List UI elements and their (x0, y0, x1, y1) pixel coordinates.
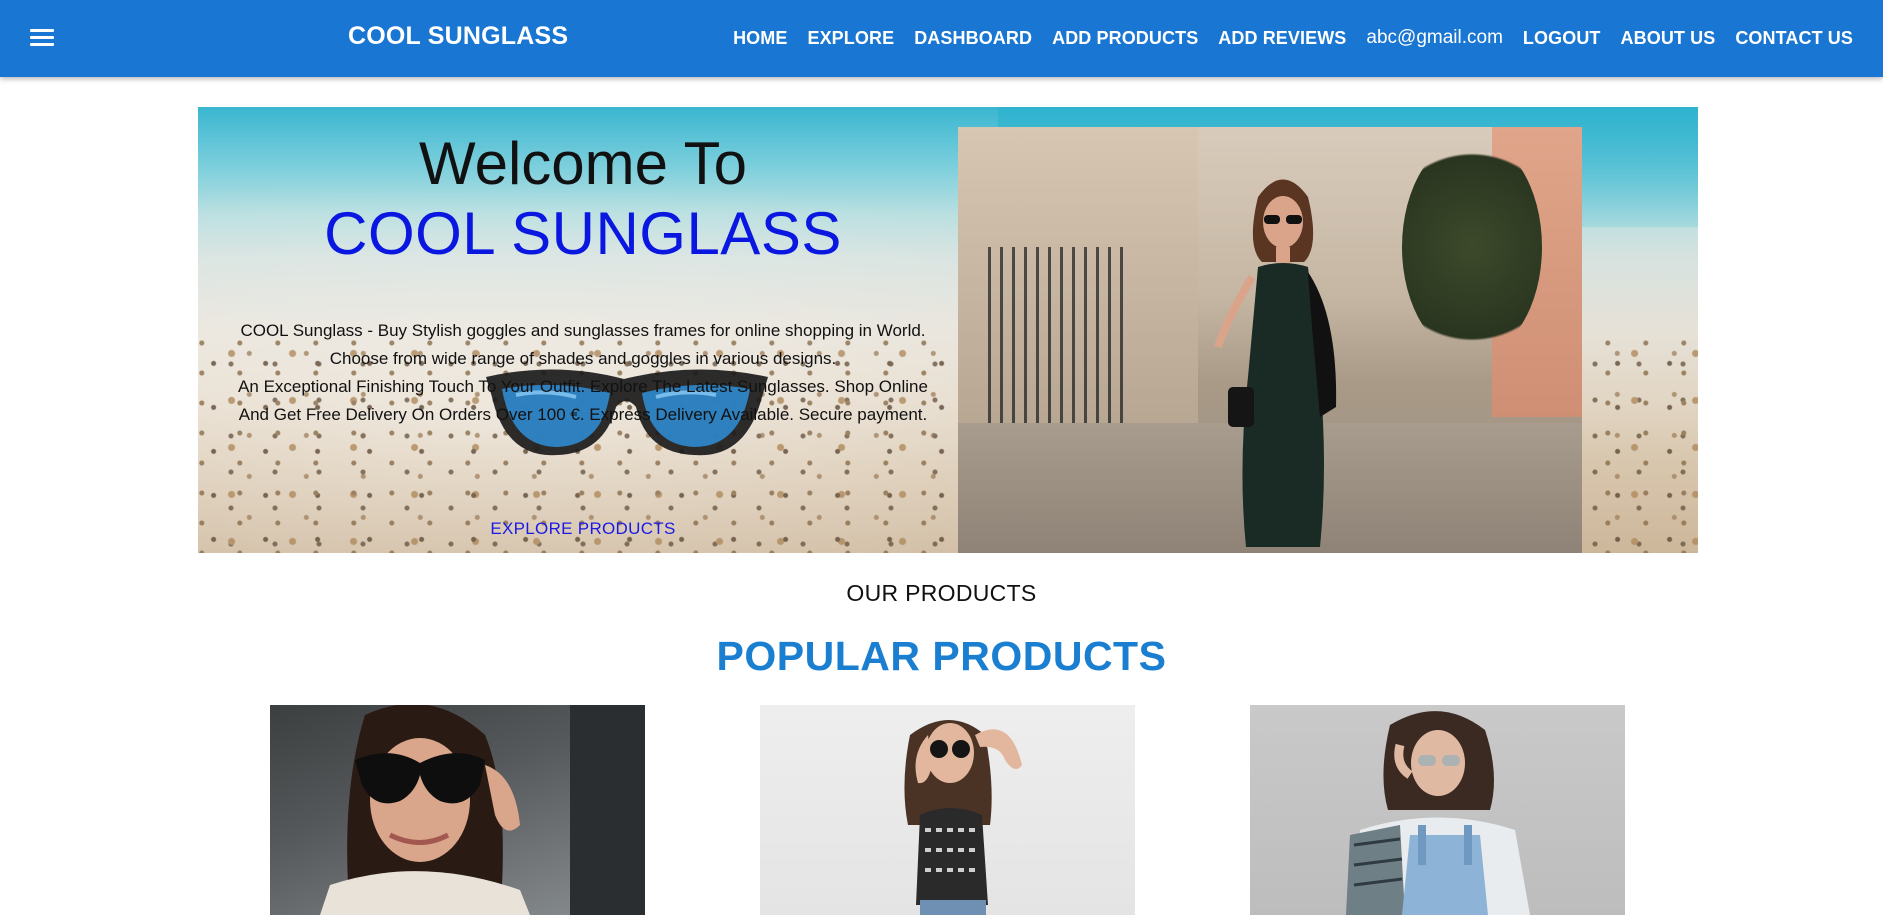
hero-model-photo (958, 127, 1582, 553)
popular-products-heading: POPULAR PRODUCTS (716, 633, 1167, 679)
hero-banner: Welcome To COOL SUNGLASS COOL Sunglass -… (198, 107, 1698, 553)
hero-description-2: An Exceptional Finishing Touch To Your O… (238, 377, 928, 424)
nav-about-us[interactable]: ABOUT US (1611, 28, 1726, 49)
nav-add-products[interactable]: ADD PRODUCTS (1042, 28, 1208, 49)
hero-description-1: COOL Sunglass - Buy Stylish goggles and … (240, 321, 926, 368)
brand-title[interactable]: COOL SUNGLASS (348, 22, 568, 51)
product-image-3 (1346, 711, 1530, 915)
explore-products-button[interactable]: EXPLORE PRODUCTS (198, 519, 968, 539)
nav-home[interactable]: HOME (723, 28, 797, 49)
menu-icon[interactable] (28, 26, 56, 50)
app-bar: COOL SUNGLASS HOME EXPLORE DASHBOARD ADD… (0, 0, 1883, 77)
hero-description: COOL Sunglass - Buy Stylish goggles and … (234, 317, 932, 429)
nav-logout[interactable]: LOGOUT (1513, 28, 1611, 49)
hero-brand-title: COOL SUNGLASS (324, 200, 842, 267)
section-label-our-products: OUR PRODUCTS (846, 580, 1037, 606)
product-image-1 (320, 705, 645, 915)
product-card-3[interactable] (1250, 705, 1625, 915)
nav-contact-us[interactable]: CONTACT US (1725, 28, 1863, 49)
main-nav: HOME EXPLORE DASHBOARD ADD PRODUCTS ADD … (723, 0, 1863, 77)
hero-welcome: Welcome To (419, 130, 747, 197)
hero-text-block: Welcome To COOL SUNGLASS COOL Sunglass -… (198, 107, 968, 553)
user-email: abc@gmail.com (1366, 26, 1503, 48)
product-card-1[interactable] (270, 705, 645, 915)
nav-explore[interactable]: EXPLORE (797, 28, 904, 49)
product-card-2[interactable] (760, 705, 1135, 915)
nav-add-reviews[interactable]: ADD REVIEWS (1208, 28, 1356, 49)
product-image-2 (904, 720, 1022, 915)
nav-dashboard[interactable]: DASHBOARD (904, 28, 1042, 49)
